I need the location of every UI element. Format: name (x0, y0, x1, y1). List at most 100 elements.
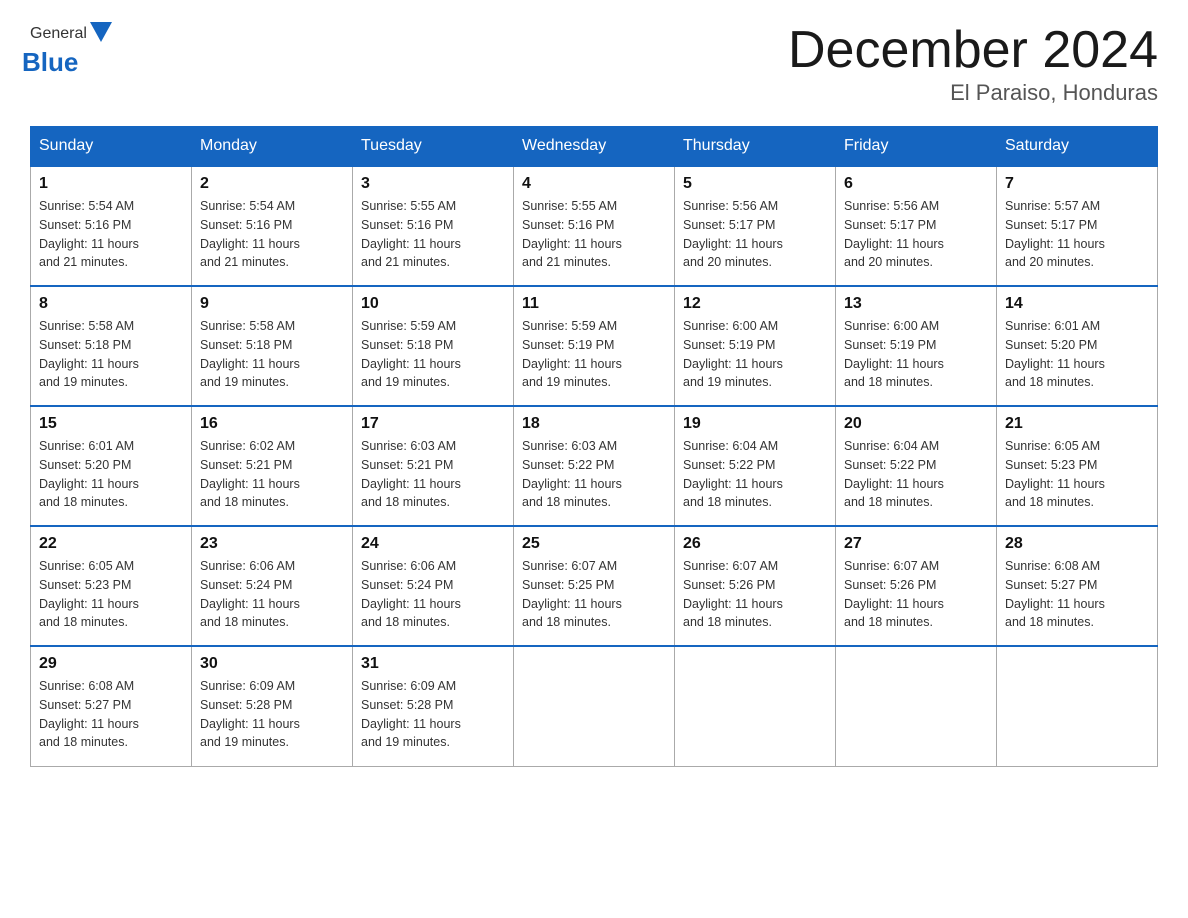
day-number: 23 (200, 535, 344, 553)
calendar-cell: 25 Sunrise: 6:07 AMSunset: 5:25 PMDaylig… (514, 526, 675, 646)
day-info: Sunrise: 5:56 AMSunset: 5:17 PMDaylight:… (844, 197, 988, 272)
day-info: Sunrise: 6:09 AMSunset: 5:28 PMDaylight:… (361, 677, 505, 752)
header-tuesday: Tuesday (353, 127, 514, 167)
calendar-week-row: 15 Sunrise: 6:01 AMSunset: 5:20 PMDaylig… (31, 406, 1158, 526)
calendar-cell: 16 Sunrise: 6:02 AMSunset: 5:21 PMDaylig… (192, 406, 353, 526)
day-number: 15 (39, 415, 183, 433)
day-number: 18 (522, 415, 666, 433)
day-number: 19 (683, 415, 827, 433)
logo-arrow-icon (90, 22, 112, 42)
page-subtitle: El Paraiso, Honduras (788, 80, 1158, 106)
header-sunday: Sunday (31, 127, 192, 167)
day-number: 11 (522, 295, 666, 313)
day-number: 5 (683, 175, 827, 193)
calendar-cell: 8 Sunrise: 5:58 AMSunset: 5:18 PMDayligh… (31, 286, 192, 406)
day-number: 27 (844, 535, 988, 553)
calendar-cell: 13 Sunrise: 6:00 AMSunset: 5:19 PMDaylig… (836, 286, 997, 406)
calendar-cell: 5 Sunrise: 5:56 AMSunset: 5:17 PMDayligh… (675, 166, 836, 286)
day-number: 17 (361, 415, 505, 433)
calendar-cell: 17 Sunrise: 6:03 AMSunset: 5:21 PMDaylig… (353, 406, 514, 526)
day-number: 22 (39, 535, 183, 553)
day-number: 6 (844, 175, 988, 193)
calendar-cell: 6 Sunrise: 5:56 AMSunset: 5:17 PMDayligh… (836, 166, 997, 286)
day-info: Sunrise: 5:58 AMSunset: 5:18 PMDaylight:… (39, 317, 183, 392)
calendar-cell: 2 Sunrise: 5:54 AMSunset: 5:16 PMDayligh… (192, 166, 353, 286)
header-monday: Monday (192, 127, 353, 167)
day-info: Sunrise: 6:09 AMSunset: 5:28 PMDaylight:… (200, 677, 344, 752)
day-info: Sunrise: 5:57 AMSunset: 5:17 PMDaylight:… (1005, 197, 1149, 272)
calendar-cell: 14 Sunrise: 6:01 AMSunset: 5:20 PMDaylig… (997, 286, 1158, 406)
day-info: Sunrise: 6:01 AMSunset: 5:20 PMDaylight:… (1005, 317, 1149, 392)
day-number: 21 (1005, 415, 1149, 433)
day-info: Sunrise: 6:03 AMSunset: 5:21 PMDaylight:… (361, 437, 505, 512)
day-info: Sunrise: 5:58 AMSunset: 5:18 PMDaylight:… (200, 317, 344, 392)
calendar-week-row: 8 Sunrise: 5:58 AMSunset: 5:18 PMDayligh… (31, 286, 1158, 406)
header-friday: Friday (836, 127, 997, 167)
calendar-cell: 30 Sunrise: 6:09 AMSunset: 5:28 PMDaylig… (192, 646, 353, 766)
day-number: 12 (683, 295, 827, 313)
day-info: Sunrise: 6:01 AMSunset: 5:20 PMDaylight:… (39, 437, 183, 512)
calendar-cell: 10 Sunrise: 5:59 AMSunset: 5:18 PMDaylig… (353, 286, 514, 406)
calendar-table: Sunday Monday Tuesday Wednesday Thursday… (30, 126, 1158, 767)
day-info: Sunrise: 6:08 AMSunset: 5:27 PMDaylight:… (1005, 557, 1149, 632)
calendar-cell: 15 Sunrise: 6:01 AMSunset: 5:20 PMDaylig… (31, 406, 192, 526)
day-info: Sunrise: 6:00 AMSunset: 5:19 PMDaylight:… (844, 317, 988, 392)
day-number: 9 (200, 295, 344, 313)
day-info: Sunrise: 5:59 AMSunset: 5:18 PMDaylight:… (361, 317, 505, 392)
day-number: 2 (200, 175, 344, 193)
day-info: Sunrise: 6:03 AMSunset: 5:22 PMDaylight:… (522, 437, 666, 512)
calendar-cell: 21 Sunrise: 6:05 AMSunset: 5:23 PMDaylig… (997, 406, 1158, 526)
calendar-cell: 12 Sunrise: 6:00 AMSunset: 5:19 PMDaylig… (675, 286, 836, 406)
header-saturday: Saturday (997, 127, 1158, 167)
day-number: 29 (39, 655, 183, 673)
day-info: Sunrise: 6:07 AMSunset: 5:25 PMDaylight:… (522, 557, 666, 632)
day-number: 30 (200, 655, 344, 673)
page-title: December 2024 (788, 20, 1158, 80)
day-info: Sunrise: 6:05 AMSunset: 5:23 PMDaylight:… (39, 557, 183, 632)
calendar-week-row: 29 Sunrise: 6:08 AMSunset: 5:27 PMDaylig… (31, 646, 1158, 766)
calendar-cell: 22 Sunrise: 6:05 AMSunset: 5:23 PMDaylig… (31, 526, 192, 646)
day-info: Sunrise: 6:07 AMSunset: 5:26 PMDaylight:… (683, 557, 827, 632)
calendar-cell: 11 Sunrise: 5:59 AMSunset: 5:19 PMDaylig… (514, 286, 675, 406)
calendar-cell: 4 Sunrise: 5:55 AMSunset: 5:16 PMDayligh… (514, 166, 675, 286)
calendar-cell: 18 Sunrise: 6:03 AMSunset: 5:22 PMDaylig… (514, 406, 675, 526)
calendar-cell: 3 Sunrise: 5:55 AMSunset: 5:16 PMDayligh… (353, 166, 514, 286)
title-block: December 2024 El Paraiso, Honduras (788, 20, 1158, 106)
day-number: 16 (200, 415, 344, 433)
day-number: 26 (683, 535, 827, 553)
calendar-cell: 28 Sunrise: 6:08 AMSunset: 5:27 PMDaylig… (997, 526, 1158, 646)
calendar-cell (514, 646, 675, 766)
calendar-cell: 20 Sunrise: 6:04 AMSunset: 5:22 PMDaylig… (836, 406, 997, 526)
day-number: 10 (361, 295, 505, 313)
calendar-cell: 19 Sunrise: 6:04 AMSunset: 5:22 PMDaylig… (675, 406, 836, 526)
calendar-cell: 29 Sunrise: 6:08 AMSunset: 5:27 PMDaylig… (31, 646, 192, 766)
day-info: Sunrise: 6:06 AMSunset: 5:24 PMDaylight:… (200, 557, 344, 632)
day-info: Sunrise: 6:00 AMSunset: 5:19 PMDaylight:… (683, 317, 827, 392)
logo-general-text: General (30, 25, 87, 43)
day-info: Sunrise: 6:05 AMSunset: 5:23 PMDaylight:… (1005, 437, 1149, 512)
page-header: General Blue December 2024 El Paraiso, H… (30, 20, 1158, 106)
calendar-cell (675, 646, 836, 766)
day-number: 20 (844, 415, 988, 433)
calendar-cell: 1 Sunrise: 5:54 AMSunset: 5:16 PMDayligh… (31, 166, 192, 286)
calendar-cell: 24 Sunrise: 6:06 AMSunset: 5:24 PMDaylig… (353, 526, 514, 646)
day-number: 4 (522, 175, 666, 193)
day-info: Sunrise: 6:08 AMSunset: 5:27 PMDaylight:… (39, 677, 183, 752)
day-info: Sunrise: 5:55 AMSunset: 5:16 PMDaylight:… (522, 197, 666, 272)
calendar-week-row: 22 Sunrise: 6:05 AMSunset: 5:23 PMDaylig… (31, 526, 1158, 646)
day-number: 14 (1005, 295, 1149, 313)
day-number: 13 (844, 295, 988, 313)
calendar-week-row: 1 Sunrise: 5:54 AMSunset: 5:16 PMDayligh… (31, 166, 1158, 286)
day-info: Sunrise: 5:54 AMSunset: 5:16 PMDaylight:… (200, 197, 344, 272)
day-number: 24 (361, 535, 505, 553)
calendar-cell: 7 Sunrise: 5:57 AMSunset: 5:17 PMDayligh… (997, 166, 1158, 286)
calendar-cell (836, 646, 997, 766)
header-thursday: Thursday (675, 127, 836, 167)
calendar-header-row: Sunday Monday Tuesday Wednesday Thursday… (31, 127, 1158, 167)
day-info: Sunrise: 5:59 AMSunset: 5:19 PMDaylight:… (522, 317, 666, 392)
header-wednesday: Wednesday (514, 127, 675, 167)
day-info: Sunrise: 5:56 AMSunset: 5:17 PMDaylight:… (683, 197, 827, 272)
day-info: Sunrise: 6:04 AMSunset: 5:22 PMDaylight:… (844, 437, 988, 512)
day-number: 7 (1005, 175, 1149, 193)
day-number: 3 (361, 175, 505, 193)
